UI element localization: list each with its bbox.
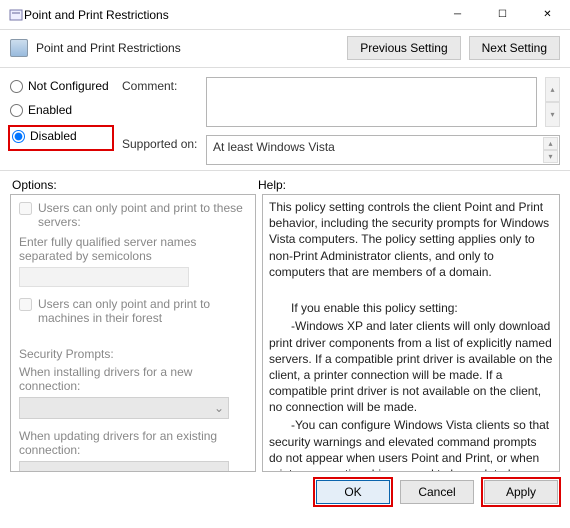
- footer: OK Cancel Apply: [0, 472, 570, 512]
- cancel-button[interactable]: Cancel: [400, 480, 474, 504]
- radio-enabled-input[interactable]: [10, 104, 23, 117]
- install-label: When installing drivers for a new connec…: [19, 365, 247, 393]
- help-label: Help:: [258, 178, 286, 192]
- close-button[interactable]: ✕: [525, 0, 570, 29]
- servers-hint: Enter fully qualified server names separ…: [19, 235, 247, 263]
- chk-servers: [19, 202, 32, 215]
- supported-row: Supported on: At least Windows Vista ▴▾: [122, 135, 560, 165]
- radio-disabled-label: Disabled: [30, 129, 77, 143]
- radio-not-configured[interactable]: Not Configured: [10, 79, 112, 93]
- section-labels: Options: Help:: [0, 172, 570, 194]
- apply-button[interactable]: Apply: [484, 480, 558, 504]
- policy-title: Point and Print Restrictions: [36, 41, 339, 55]
- radio-not-configured-label: Not Configured: [28, 79, 109, 93]
- update-combo: ⌄: [19, 461, 229, 472]
- chk-servers-label: Users can only point and print to these …: [38, 201, 247, 229]
- ok-button[interactable]: OK: [316, 480, 390, 504]
- comment-label: Comment:: [122, 77, 198, 93]
- help-p1: This policy setting controls the client …: [269, 199, 553, 280]
- highlight-disabled: Disabled: [8, 125, 114, 151]
- divider: [0, 170, 570, 171]
- header-row: Point and Print Restrictions Previous Se…: [0, 30, 570, 66]
- radio-not-configured-input[interactable]: [10, 80, 23, 93]
- lower-panel: Users can only point and print to these …: [0, 194, 570, 472]
- help-p2: If you enable this policy setting:: [269, 300, 553, 316]
- mid-column: Comment: ▴▾ Supported on: At least Windo…: [122, 77, 560, 165]
- divider: [0, 67, 570, 68]
- maximize-button[interactable]: ☐: [480, 0, 525, 29]
- next-setting-button[interactable]: Next Setting: [469, 36, 560, 60]
- titlebar: Point and Print Restrictions ─ ☐ ✕: [0, 0, 570, 30]
- chk-forest-label: Users can only point and print to machin…: [38, 297, 247, 325]
- supported-value: At least Windows Vista: [213, 140, 335, 154]
- help-p4: -You can configure Windows Vista clients…: [269, 417, 553, 472]
- security-prompts-label: Security Prompts:: [19, 347, 247, 361]
- update-label: When updating drivers for an existing co…: [19, 429, 247, 457]
- chk-forest: [19, 298, 32, 311]
- minimize-button[interactable]: ─: [435, 0, 480, 29]
- radio-disabled-input[interactable]: [12, 130, 25, 143]
- previous-setting-button[interactable]: Previous Setting: [347, 36, 460, 60]
- radio-enabled-label: Enabled: [28, 103, 72, 117]
- options-label: Options:: [12, 178, 258, 192]
- chevron-down-icon: ⌄: [214, 465, 224, 472]
- state-radios: Not Configured Enabled Disabled: [10, 77, 112, 165]
- comment-scroll[interactable]: ▴▾: [545, 77, 560, 127]
- servers-input: [19, 267, 189, 287]
- install-combo: ⌄: [19, 397, 229, 419]
- supported-value-box: At least Windows Vista ▴▾: [206, 135, 560, 165]
- comment-input[interactable]: [206, 77, 537, 127]
- radio-disabled[interactable]: Disabled: [12, 129, 110, 143]
- supported-scroll[interactable]: ▴▾: [543, 137, 558, 163]
- upper-panel: Not Configured Enabled Disabled Comment:…: [0, 69, 570, 169]
- chk-forest-row: Users can only point and print to machin…: [19, 297, 247, 325]
- app-icon: [8, 7, 24, 23]
- help-panel[interactable]: This policy setting controls the client …: [262, 194, 560, 472]
- options-panel[interactable]: Users can only point and print to these …: [10, 194, 256, 472]
- help-p3: -Windows XP and later clients will only …: [269, 318, 553, 415]
- chevron-down-icon: ⌄: [214, 401, 224, 415]
- radio-enabled[interactable]: Enabled: [10, 103, 112, 117]
- policy-icon: [10, 39, 28, 57]
- supported-label: Supported on:: [122, 135, 198, 151]
- chk-servers-row: Users can only point and print to these …: [19, 201, 247, 229]
- window-title: Point and Print Restrictions: [24, 8, 435, 22]
- comment-row: Comment: ▴▾: [122, 77, 560, 127]
